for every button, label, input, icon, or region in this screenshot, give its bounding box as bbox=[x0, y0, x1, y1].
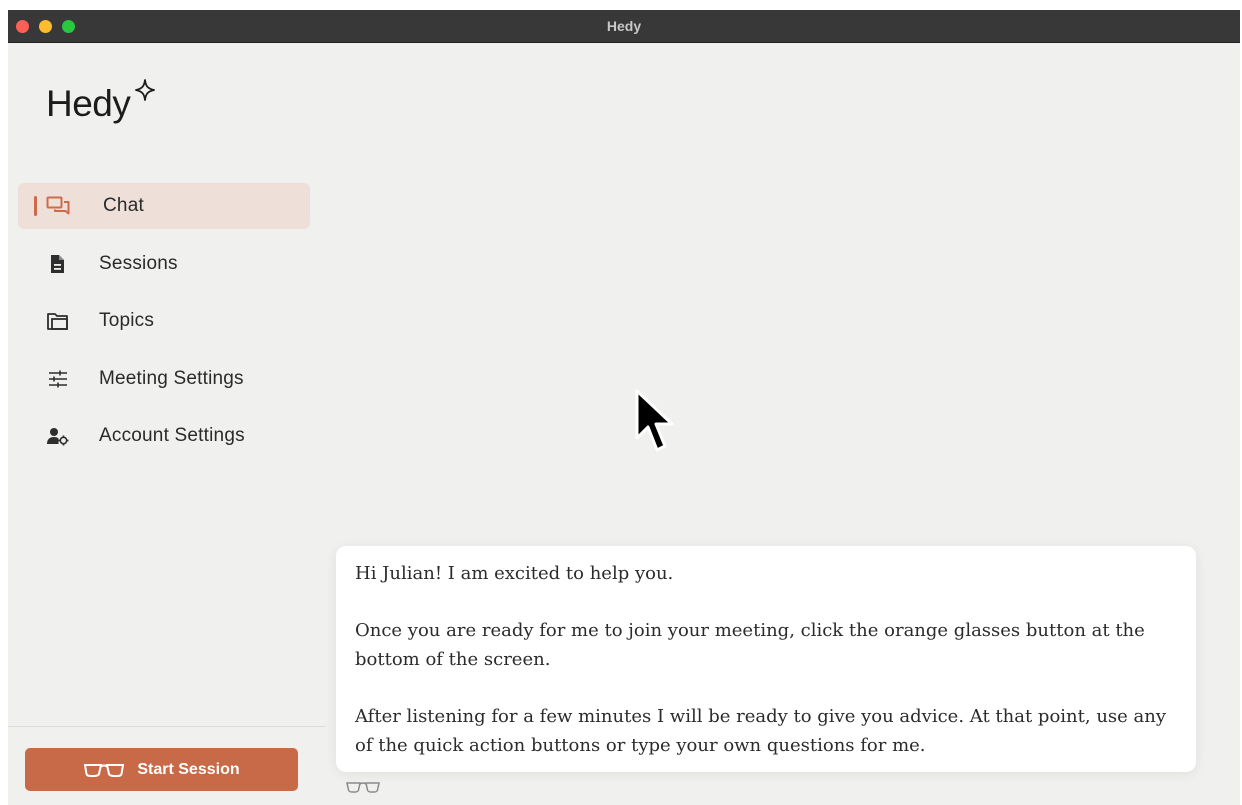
chat-panel: Hi Julian! I am excited to help you. Onc… bbox=[326, 43, 1240, 805]
sparkle-icon bbox=[135, 79, 155, 101]
chat-bubbles-icon bbox=[46, 196, 70, 215]
message-paragraph: Once you are ready for me to join your m… bbox=[355, 620, 1145, 670]
sidebar-item-label: Sessions bbox=[99, 253, 178, 274]
sidebar-item-meeting-settings[interactable]: Meeting Settings bbox=[18, 356, 310, 402]
sidebar-item-label: Account Settings bbox=[99, 425, 245, 446]
app-window: Hedy Hedy Chat Sessions Topics Meeting S… bbox=[8, 10, 1240, 805]
sidebar-item-label: Chat bbox=[103, 195, 144, 216]
sidebar-item-label: Meeting Settings bbox=[99, 368, 244, 389]
folder-icon bbox=[47, 313, 68, 330]
mouse-cursor-icon bbox=[635, 389, 674, 452]
sidebar-item-sessions[interactable]: Sessions bbox=[18, 241, 310, 287]
sidebar-divider bbox=[8, 726, 326, 727]
sidebar-item-label: Topics bbox=[99, 310, 155, 331]
assistant-message: Hi Julian! I am excited to help you. Onc… bbox=[336, 546, 1196, 772]
start-session-label: Start Session bbox=[137, 760, 240, 778]
glasses-icon bbox=[84, 763, 125, 777]
sliders-icon bbox=[49, 370, 67, 388]
start-session-button[interactable]: Start Session bbox=[25, 748, 298, 791]
window-title: Hedy bbox=[606, 18, 642, 34]
message-paragraph: Hi Julian! I am excited to help you. bbox=[355, 563, 674, 584]
sidebar: Hedy Chat Sessions Topics Meeting Settin… bbox=[8, 43, 326, 805]
assistant-glasses-icon bbox=[346, 782, 380, 793]
title-bar: Hedy bbox=[8, 10, 1240, 43]
app-logo: Hedy bbox=[46, 83, 131, 124]
sidebar-item-chat[interactable]: Chat bbox=[18, 183, 310, 229]
message-paragraph: After listening for a few minutes I will… bbox=[355, 706, 1167, 756]
user-gear-icon bbox=[47, 428, 69, 446]
sidebar-item-topics[interactable]: Topics bbox=[18, 298, 310, 344]
sidebar-item-account-settings[interactable]: Account Settings bbox=[18, 413, 310, 459]
document-icon bbox=[51, 255, 64, 273]
active-indicator bbox=[34, 196, 37, 216]
